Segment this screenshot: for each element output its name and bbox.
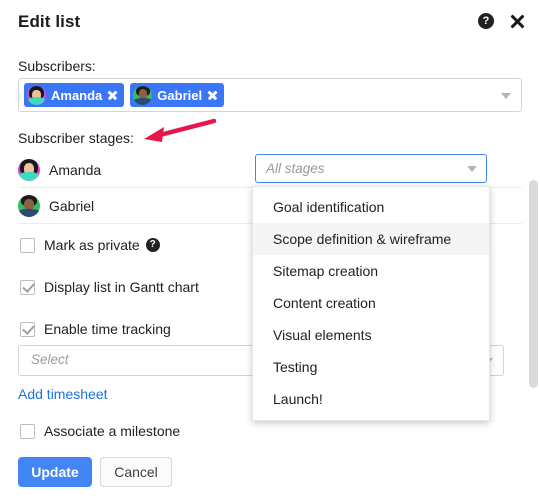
option-label: Mark as private xyxy=(44,237,140,253)
remove-chip-icon[interactable] xyxy=(107,90,118,101)
display-gantt-checkbox[interactable] xyxy=(20,279,35,295)
annotation-arrow xyxy=(144,118,216,142)
option-label: Enable time tracking xyxy=(44,321,171,337)
stage-row-name: Gabriel xyxy=(49,197,95,214)
add-timesheet-link[interactable]: Add timesheet xyxy=(18,386,108,402)
option-display-gantt[interactable]: Display list in Gantt chart xyxy=(20,279,199,295)
dropdown-option-goal-identification[interactable]: Goal identification xyxy=(253,191,489,223)
chevron-down-icon[interactable] xyxy=(501,93,511,99)
mark-as-private-checkbox[interactable] xyxy=(20,237,35,253)
option-label: Associate a milestone xyxy=(44,423,181,439)
option-label: Display list in Gantt chart xyxy=(44,279,199,295)
subscribers-multiselect[interactable]: Amanda Gabriel xyxy=(18,78,522,112)
dropdown-option-scope-definition-wireframe[interactable]: Scope definition & wireframe xyxy=(253,223,489,255)
gabriel-avatar xyxy=(18,194,40,217)
vertical-scrollbar[interactable] xyxy=(527,0,540,500)
stage-select-placeholder: All stages xyxy=(266,161,325,176)
option-associate-milestone[interactable]: Associate a milestone xyxy=(20,423,180,439)
stage-select-amanda[interactable]: All stages xyxy=(255,154,487,183)
subscriber-chip-amanda[interactable]: Amanda xyxy=(24,83,125,107)
subscribers-label: Subscribers: xyxy=(18,58,96,74)
dialog-header: Edit list ? xyxy=(0,0,540,46)
remove-chip-icon[interactable] xyxy=(207,90,218,101)
associate-milestone-checkbox[interactable] xyxy=(20,423,35,439)
stage-options-dropdown: Goal identification Scope definition & w… xyxy=(252,186,490,421)
dropdown-option-visual-elements[interactable]: Visual elements xyxy=(253,319,489,351)
subscriber-chip-gabriel[interactable]: Gabriel xyxy=(130,83,225,107)
chip-label: Gabriel xyxy=(157,87,203,103)
gabriel-avatar xyxy=(133,85,153,105)
header-actions: ? xyxy=(478,12,526,30)
page-title: Edit list xyxy=(18,12,81,31)
edit-list-dialog: Edit list ? Subscribers: Amanda Gabriel xyxy=(0,0,540,500)
amanda-avatar xyxy=(18,158,40,181)
chevron-down-icon[interactable] xyxy=(467,166,477,172)
timesheet-placeholder: Select xyxy=(31,352,69,367)
dropdown-option-sitemap-creation[interactable]: Sitemap creation xyxy=(253,255,489,287)
dropdown-option-testing[interactable]: Testing xyxy=(253,351,489,383)
dropdown-option-launch[interactable]: Launch! xyxy=(253,383,489,415)
amanda-avatar xyxy=(27,85,46,105)
subscriber-stages-label: Subscriber stages: xyxy=(18,130,134,146)
option-mark-as-private[interactable]: Mark as private ? xyxy=(20,237,160,253)
update-button[interactable]: Update xyxy=(18,457,92,487)
chip-label: Amanda xyxy=(51,87,103,103)
dropdown-option-content-creation[interactable]: Content creation xyxy=(253,287,489,319)
help-circle-icon[interactable]: ? xyxy=(478,13,494,29)
enable-time-tracking-checkbox[interactable] xyxy=(20,321,35,337)
scrollbar-thumb[interactable] xyxy=(529,180,538,388)
subscriber-chips: Amanda Gabriel xyxy=(24,83,225,107)
help-circle-icon[interactable]: ? xyxy=(145,238,160,252)
close-icon[interactable] xyxy=(508,12,526,30)
option-enable-time-tracking[interactable]: Enable time tracking xyxy=(20,321,171,337)
cancel-button[interactable]: Cancel xyxy=(100,457,172,487)
stage-row-name: Amanda xyxy=(49,161,102,178)
